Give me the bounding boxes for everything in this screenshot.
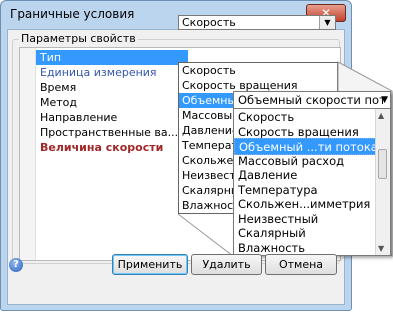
zoomed-combobox-value: Объемный скорости пот <box>238 93 386 107</box>
cancel-button[interactable]: Отмена <box>265 254 337 275</box>
zoomed-combobox[interactable]: Объемный скорости пот ▼ <box>234 92 390 109</box>
help-icon[interactable]: ? <box>9 258 23 272</box>
scroll-down-icon[interactable]: ▼ <box>378 244 384 253</box>
scroll-thumb[interactable] <box>378 149 387 179</box>
apply-button[interactable]: Применить <box>112 254 188 275</box>
zoomed-dropdown-callout[interactable]: Объемный скорости пот ▼ Скорость Скорост… <box>233 91 391 256</box>
delete-button[interactable]: Удалить <box>191 254 262 275</box>
zoomed-list[interactable]: Скорость Скорость вращения Объемный ...т… <box>234 109 378 255</box>
chevron-down-icon[interactable]: ▼ <box>381 95 388 105</box>
scroll-up-icon[interactable]: ▲ <box>378 111 384 120</box>
zoom-scrollbar[interactable]: ▲ ▼ <box>375 109 390 255</box>
